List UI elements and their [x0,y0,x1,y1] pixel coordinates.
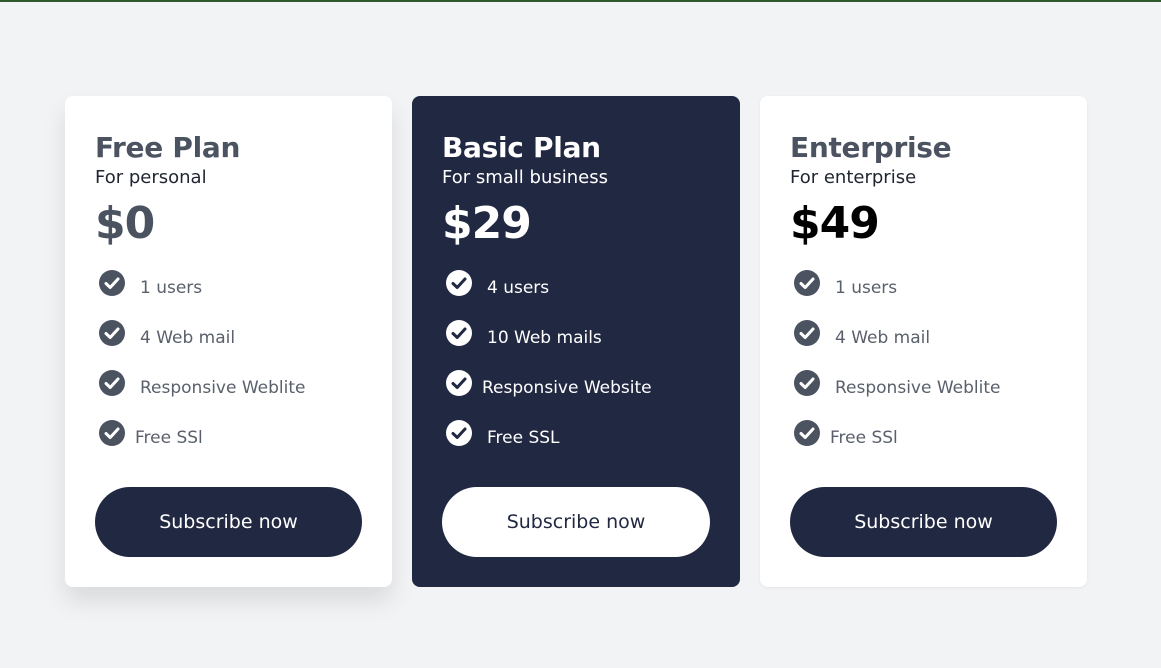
check-circle-icon [446,420,472,446]
feature-label: 1 users [835,278,898,298]
check-circle-icon [794,420,820,446]
plan-price: $49 [790,198,880,249]
plan-price: $0 [95,198,155,249]
feature-item: 1 users [95,261,362,311]
feature-label: 4 users [487,278,550,298]
plan-price: $29 [442,198,532,249]
feature-item: 4 users [442,261,710,311]
feature-item: 10 Web mails [442,311,710,361]
check-circle-icon [99,370,125,396]
pricing-card-enterprise: Enterprise For enterprise $49 1 users 4 … [760,96,1087,587]
plan-subtitle: For personal [95,167,207,188]
feature-item: Responsive Weblite [95,361,362,411]
check-circle-icon [446,270,472,296]
feature-label: 4 Web mail [140,328,236,348]
feature-item: Free SSL [442,411,710,461]
feature-item: 4 Web mail [95,311,362,361]
feature-label: 4 Web mail [835,328,931,348]
feature-label: Responsive Weblite [835,378,1001,398]
feature-label: Free SSL [487,428,560,448]
feature-item: 1 users [790,261,1057,311]
check-circle-icon [794,320,820,346]
check-circle-icon [99,270,125,296]
feature-label: 1 users [140,278,203,298]
top-border-line [0,0,1161,2]
feature-label: Free SSl [135,428,203,448]
feature-label: Responsive Website [482,378,652,398]
check-circle-icon [99,420,125,446]
feature-item: Free SSl [95,411,362,461]
plan-title: Basic Plan [442,131,601,164]
feature-list: 4 users 10 Web mails Responsive Website … [442,261,710,461]
feature-item: Responsive Website [442,361,710,411]
feature-list: 1 users 4 Web mail Responsive Weblite Fr… [790,261,1057,461]
feature-item: 4 Web mail [790,311,1057,361]
feature-label: 10 Web mails [487,328,602,348]
subscribe-button[interactable]: Subscribe now [442,487,710,557]
plan-subtitle: For small business [442,167,608,188]
pricing-card-basic: Basic Plan For small business $29 4 user… [412,96,740,587]
pricing-card-free: Free Plan For personal $0 1 users 4 Web … [65,96,392,587]
feature-label: Free SSl [830,428,898,448]
subscribe-button[interactable]: Subscribe now [95,487,362,557]
check-circle-icon [446,370,472,396]
check-circle-icon [794,270,820,296]
check-circle-icon [446,320,472,346]
subscribe-button[interactable]: Subscribe now [790,487,1057,557]
plan-title: Free Plan [95,131,241,164]
check-circle-icon [99,320,125,346]
check-circle-icon [794,370,820,396]
plan-title: Enterprise [790,131,952,164]
feature-item: Free SSl [790,411,1057,461]
feature-label: Responsive Weblite [140,378,306,398]
plan-subtitle: For enterprise [790,167,917,188]
feature-item: Responsive Weblite [790,361,1057,411]
feature-list: 1 users 4 Web mail Responsive Weblite Fr… [95,261,362,461]
